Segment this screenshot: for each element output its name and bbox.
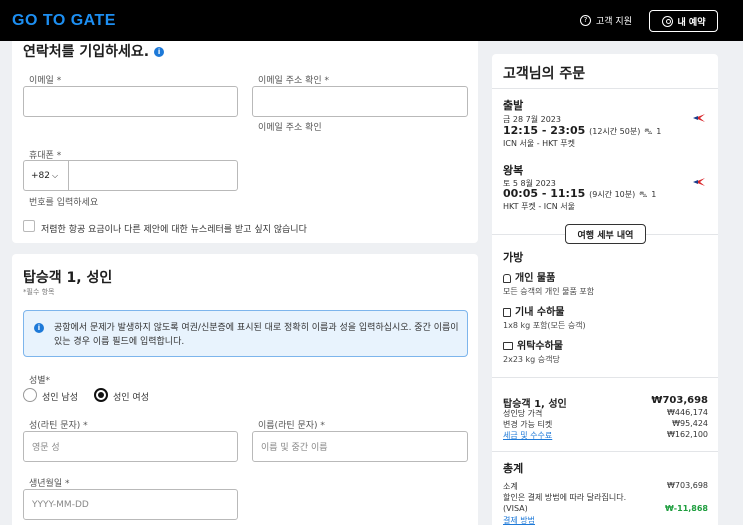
discount-note: 할인은 결제 방법에 따라 달라집니다. [503,493,627,502]
gender-female-radio[interactable] [94,388,108,402]
gender-male-radio[interactable] [23,388,37,402]
notice-text: 공항에서 문제가 발생하지 않도록 여권/신분증에 표시된 대로 정확히 이름과… [54,323,459,347]
subtotal-value: ₩703,698 [667,481,708,490]
airline-logo-icon [693,178,705,186]
email-field[interactable] [23,86,238,117]
user-icon [661,15,673,27]
outbound-duration: (12시간 50분) [589,127,641,136]
cabin-bag-heading: 기내 수하물 [503,303,564,318]
divider [492,88,718,89]
firstname-label: 이름(라틴 문자) * [258,421,325,431]
trip-details-button[interactable]: 여행 세부 내역 [565,224,646,244]
contact-title-text: 연락처를 기입하세요. [23,44,150,60]
outbound-times: 12:15 - 23:05 (12시간 50분) ⛍ 1 [503,124,661,137]
outbound-stops: 1 [656,127,662,136]
cabin-bag-icon [503,307,511,317]
visa-label: (VISA) [503,504,528,513]
required-note: *필수 항목 [23,288,55,296]
phone-hint: 번호를 입력하세요 [29,198,99,208]
personal-item-title: 개인 물품 [515,273,556,284]
contact-card [12,41,478,243]
outbound-route: ICN 서울 - HKT 푸켓 [503,139,575,148]
passenger-title: 탑승객 1, 성인 [23,270,113,286]
top-bar: GO TO GATE ? 고객 지원 내 예약 [0,0,743,41]
personal-item-heading: 개인 물품 [503,269,555,284]
gender-label: 성별* [29,376,51,386]
email-confirm-field[interactable] [252,86,468,117]
taxes-fees-link[interactable]: 세금 및 수수료 [503,430,552,441]
stops-icon: ⛍ [639,190,648,199]
price-row-value: ₩446,174 [667,408,708,417]
newsletter-label: 저렴한 항공 요금이나 다른 제안에 대한 뉴스레터를 받고 싶지 않습니다 [41,225,307,235]
firstname-field[interactable]: 이름 및 중간 이름 [252,431,468,462]
visa-discount-value: ₩-11,868 [664,504,708,513]
inbound-times: 00:05 - 11:15 (9시간 10분) ⛍ 1 [503,187,656,200]
inbound-duration: (9시간 10분) [589,190,636,199]
checked-bag-icon [503,342,513,350]
gender-male-label: 성인 남성 [42,393,78,403]
price-row-value: ₩95,424 [672,419,708,428]
dob-placeholder: YYYY-MM-DD [32,499,89,510]
payment-method-link[interactable]: 결제 방법 [503,515,535,525]
price-row-value: ₩162,100 [667,430,708,439]
phone-field[interactable] [68,160,238,191]
price-row-label: 성인당 가격 [503,409,543,418]
email-label: 이메일 * [29,76,62,86]
booking-label: 내 예약 [677,17,706,28]
info-icon[interactable]: i [154,47,165,57]
lastname-label: 성(라틴 문자) * [29,421,88,431]
checked-bag-desc: 2x23 kg 승객당 [503,355,560,364]
total-title: 총계 [503,462,524,475]
support-label: 고객 지원 [596,17,632,27]
price-row-label: 변경 가능 티켓 [503,420,553,429]
checked-bag-heading: 위탁수하물 [503,337,563,352]
checked-bag-title: 위탁수하물 [517,341,563,352]
divider [492,451,718,452]
name-notice: i 공항에서 문제가 발생하지 않도록 여권/신분증에 표시된 대로 정확히 이… [23,310,468,357]
cabin-bag-desc: 1x8 kg 포함(모든 승객) [503,321,586,330]
stops-icon: ⛍ [644,127,653,136]
lastname-field[interactable]: 영문 성 [23,431,238,462]
contact-title: 연락처를 기입하세요. i [23,41,165,61]
my-booking-button[interactable]: 내 예약 [649,10,718,32]
inbound-time: 00:05 - 11:15 [503,187,586,200]
logo[interactable]: GO TO GATE [12,12,116,30]
personal-item-icon [503,273,511,283]
chevron-down-icon: ⌵ [52,170,59,180]
country-code-value: +82 [31,170,50,181]
lastname-placeholder: 영문 성 [32,443,60,453]
email-confirm-label: 이메일 주소 확인 * [258,76,330,86]
help-icon: ? [580,15,591,26]
inbound-stops: 1 [651,190,657,199]
outbound-time: 12:15 - 23:05 [503,124,586,137]
inbound-heading: 왕복 [503,164,524,177]
inbound-route: HKT 푸켓 - ICN 서울 [503,202,575,211]
firstname-placeholder: 이름 및 중간 이름 [261,443,328,453]
airline-logo-icon [693,114,705,122]
customer-support-link[interactable]: ? 고객 지원 [580,14,632,27]
cabin-bag-title: 기내 수하물 [515,307,565,318]
dob-field[interactable]: YYYY-MM-DD [23,489,238,520]
country-code-select[interactable]: +82 ⌵ [23,160,69,191]
gender-female-label: 성인 여성 [113,393,149,403]
outbound-heading: 출발 [503,99,524,112]
personal-item-desc: 모든 승객의 개인 물품 포함 [503,287,595,296]
passenger-price-total: ₩703,698 [651,395,708,406]
passenger-card [12,254,478,525]
subtotal-label: 소계 [503,482,518,491]
newsletter-checkbox[interactable] [23,220,35,232]
summary-title: 고객님의 주문 [503,66,586,82]
info-icon: i [34,323,44,333]
dob-label: 생년월일 * [29,479,70,489]
divider [492,377,718,378]
baggage-title: 가방 [503,251,524,264]
email-confirm-hint: 이메일 주소 확인 [258,123,322,133]
